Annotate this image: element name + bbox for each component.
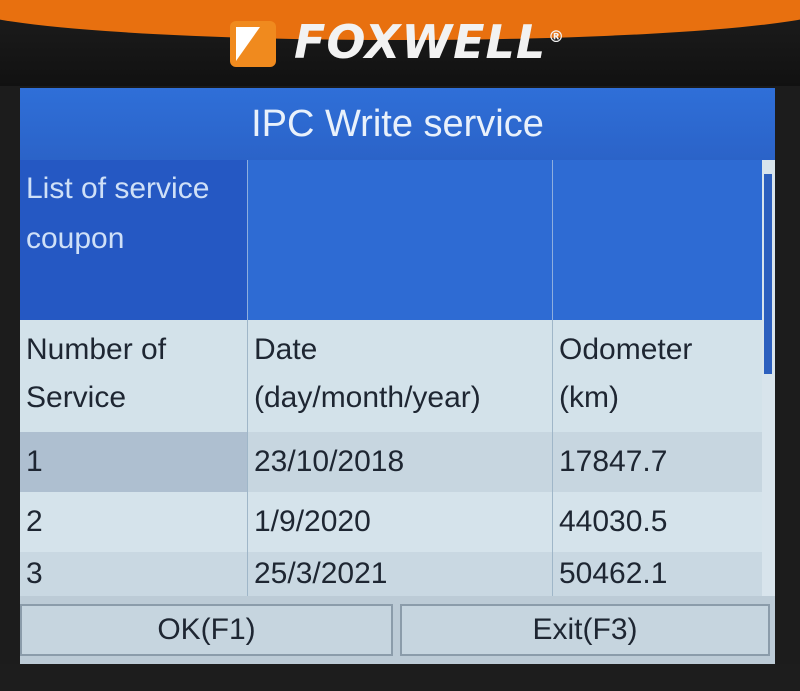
list-of-service-coupon-label: List of service coupon	[20, 160, 248, 320]
column-headers: Number of Service Date (day/month/year) …	[20, 320, 762, 432]
brand-logo: FOXWELL ®	[230, 14, 565, 70]
table-row[interactable]: 2 1/9/2020 44030.5	[20, 492, 762, 552]
brand-name: FOXWELL	[294, 15, 547, 69]
screen-title: IPC Write service	[20, 88, 775, 160]
service-odometer: 17847.7	[559, 445, 668, 478]
function-key-bar: OK(F1) Exit(F3)	[20, 596, 775, 664]
registered-mark: ®	[548, 26, 566, 46]
bezel-left	[0, 86, 20, 691]
ok-button[interactable]: OK(F1)	[20, 604, 393, 656]
bezel-right	[775, 86, 800, 691]
service-date: 23/10/2018	[248, 432, 553, 492]
device-screen: IPC Write service List of service coupon…	[20, 88, 775, 664]
service-odometer: 50462.1	[559, 557, 668, 590]
empty-header-cell	[248, 160, 553, 320]
service-date: 1/9/2020	[248, 492, 553, 552]
service-number: 1	[20, 432, 248, 492]
scrollbar-thumb[interactable]	[764, 174, 772, 374]
column-header-number: Number of Service	[20, 320, 248, 432]
exit-button[interactable]: Exit(F3)	[400, 604, 770, 656]
service-number: 3	[20, 552, 248, 596]
service-table: List of service coupon Number of Service…	[20, 160, 762, 596]
service-date: 25/3/2021	[248, 552, 553, 596]
table-row[interactable]: 3 25/3/2021 50462.1	[20, 552, 762, 596]
column-header-date: Date (day/month/year)	[248, 320, 553, 432]
bezel-bottom	[0, 664, 800, 691]
table-row[interactable]: 1 23/10/2018 17847.7	[20, 432, 762, 492]
column-header-odometer: Odometer (km)	[559, 333, 693, 414]
table-header-row[interactable]: List of service coupon	[20, 160, 762, 320]
service-number: 2	[20, 492, 248, 552]
service-odometer: 44030.5	[559, 505, 668, 538]
foxwell-logo-icon	[230, 17, 280, 67]
table-scrollbar[interactable]	[762, 160, 775, 596]
empty-header-cell	[553, 160, 762, 320]
